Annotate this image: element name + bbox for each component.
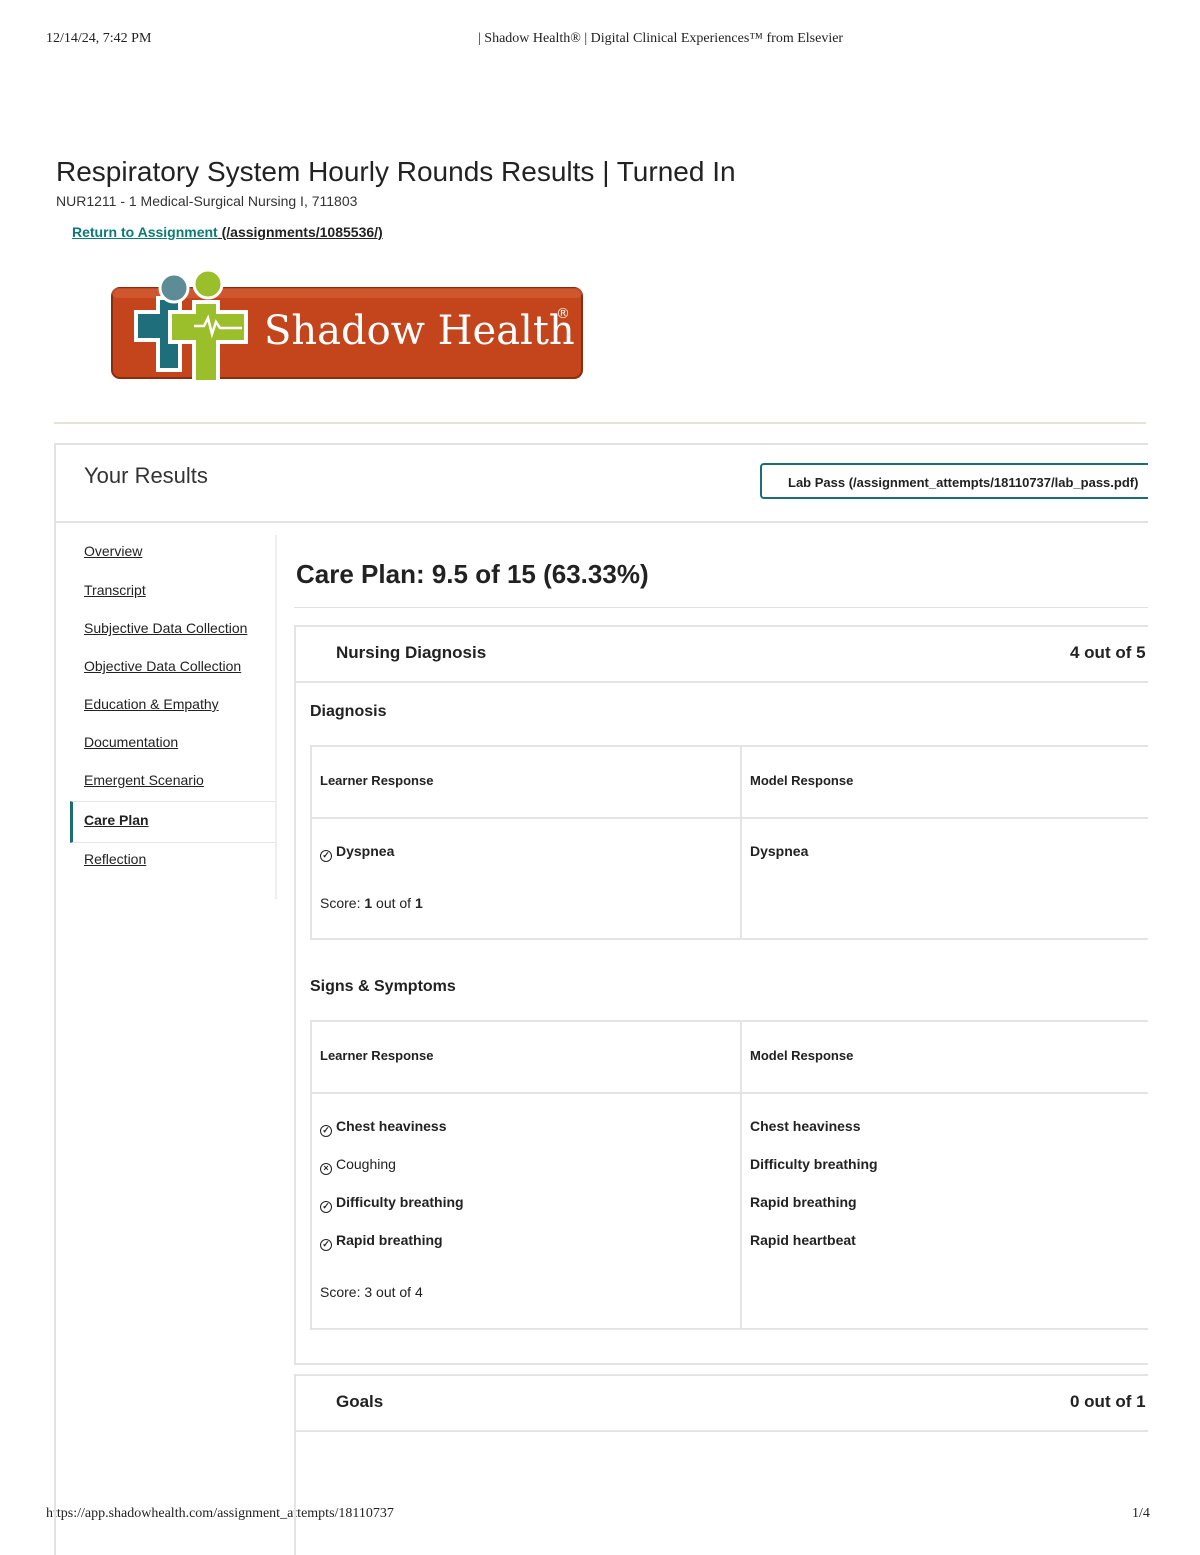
sidebar-link-emergent-scenario[interactable]: Emergent Scenario [84,772,204,788]
results-header: Your Results Lab Pass (/assignment_attem… [56,445,1148,523]
sidebar-item-care-plan[interactable]: Care Plan [70,801,275,843]
sidebar-item-education-empathy[interactable]: Education & Empathy [70,688,275,726]
signs-score: Score: 3 out of 4 [320,1284,423,1300]
header-separator [54,422,1146,424]
results-title: Your Results [84,463,208,488]
signs-learner-response: ✓ Rapid breathing [320,1232,443,1251]
nursing-diagnosis-header[interactable]: Nursing Diagnosis 4 out of 5 [296,627,1148,683]
print-datetime: 12/14/24, 7:42 PM [46,31,152,46]
diagnosis-score: Score: 1 out of 1 [320,895,423,911]
sidebar-link-transcript[interactable]: Transcript [84,582,146,598]
signs-symptoms-table-header [312,1022,1148,1094]
diagnosis-table: Learner Response Model Response ✓ Dyspnea… [310,745,1148,940]
signs-learner-response: ✓ Chest heaviness [320,1118,447,1137]
sidebar-link-care-plan[interactable]: Care Plan [84,812,149,828]
course-name: NUR1211 - 1 Medical-Surgical Nursing I, … [56,193,358,209]
page-title: Respiratory System Hourly Rounds Results… [56,156,736,187]
sidebar-link-education-empathy[interactable]: Education & Empathy [84,696,219,712]
results-panel: Your Results Lab Pass (/assignment_attem… [54,443,1148,1555]
signs-model-header: Model Response [750,1048,854,1063]
sidebar-item-documentation[interactable]: Documentation [70,726,275,764]
nursing-diagnosis-title: Nursing Diagnosis [336,643,487,662]
return-path: (/assignments/1085536/) [217,224,383,240]
goals-header[interactable]: Goals 0 out of 1 [296,1376,1148,1432]
signs-symptoms-table: Learner Response Model Response ✓ Chest h… [310,1020,1148,1330]
signs-model-response: Chest heaviness [750,1118,861,1134]
return-to-assignment-link[interactable]: Return to Assignment [72,224,218,240]
sidebar-item-objective-data[interactable]: Objective Data Collection [70,650,275,688]
sidebar-link-reflection[interactable]: Reflection [84,851,146,867]
check-circle-icon: ✓ [320,850,332,862]
print-title: | Shadow Health® | Digital Clinical Expe… [478,31,844,46]
goals-section: Goals 0 out of 1 [294,1374,1148,1555]
check-circle-icon: ✓ [320,1201,332,1213]
care-plan-score-title: Care Plan: 9.5 of 15 (63.33%) [296,559,649,589]
return-to-assignment[interactable]: Return to Assignment (/assignments/10855… [72,224,383,240]
goals-score: 0 out of 1 [1070,1392,1146,1411]
diagnosis-learner-header: Learner Response [320,773,434,788]
sidebar-item-overview[interactable]: Overview [70,535,275,573]
diagnosis-table-header [312,747,1148,819]
sidebar-item-subjective-data[interactable]: Subjective Data Collection [70,612,275,650]
x-circle-icon: × [320,1163,332,1175]
signs-model-response: Rapid heartbeat [750,1232,856,1248]
check-circle-icon: ✓ [320,1239,332,1251]
shadow-health-logo: Shadow Health ® [111,268,583,384]
signs-learner-response: ✓ Difficulty breathing [320,1194,464,1213]
sidebar-link-subjective-data[interactable]: Subjective Data Collection [84,620,247,636]
sidebar-item-transcript[interactable]: Transcript [70,574,275,612]
lab-pass-button[interactable]: Lab Pass (/assignment_attempts/18110737/… [760,463,1148,499]
logo-registered: ® [556,306,570,322]
signs-learner-response: × Coughing [320,1156,396,1175]
diagnosis-model-response: Dyspnea [750,843,809,859]
signs-symptoms-subtitle: Signs & Symptoms [310,978,456,995]
diagnosis-model-header: Model Response [750,773,854,788]
sidebar-item-reflection[interactable]: Reflection [70,843,275,881]
logo-text: Shadow Health [264,308,575,354]
signs-model-response: Rapid breathing [750,1194,857,1210]
sidebar-link-documentation[interactable]: Documentation [84,734,178,750]
signs-learner-header: Learner Response [320,1048,434,1063]
check-circle-icon: ✓ [320,1125,332,1137]
sidebar-link-overview[interactable]: Overview [84,543,142,559]
diagnosis-learner-response: ✓ Dyspnea [320,843,394,862]
nursing-diagnosis-score: 4 out of 5 [1070,643,1146,662]
goals-title: Goals [336,1392,384,1411]
sidebar-item-emergent-scenario[interactable]: Emergent Scenario [70,764,275,802]
sidebar-link-objective-data[interactable]: Objective Data Collection [84,658,241,674]
diagnosis-subtitle: Diagnosis [310,703,387,720]
title-divider [294,607,1148,608]
signs-model-response: Difficulty breathing [750,1156,878,1172]
results-sidebar: Overview Transcript Subjective Data Coll… [70,535,277,899]
